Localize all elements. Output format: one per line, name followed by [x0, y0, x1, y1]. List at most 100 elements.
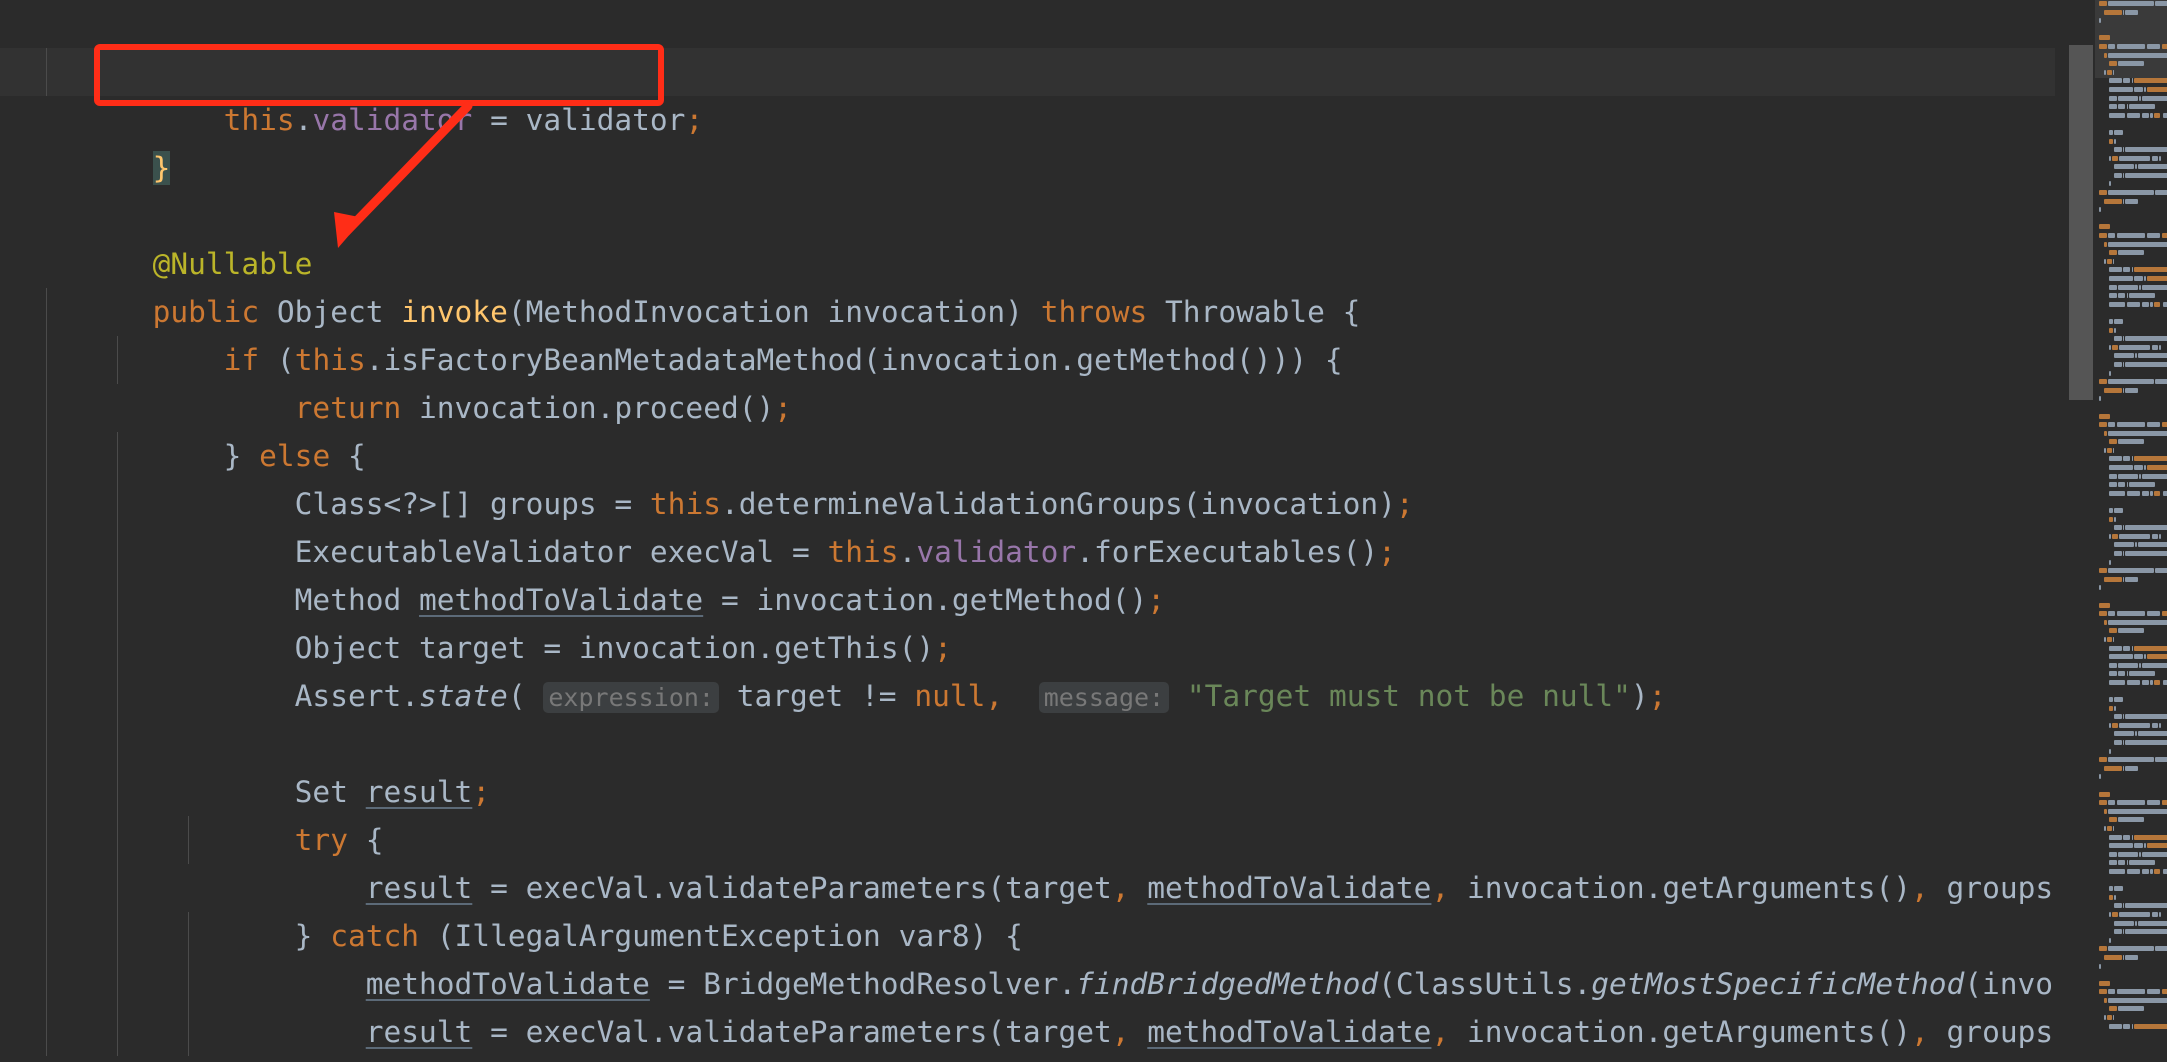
code-line[interactable]: ExecutableValidator execVal = this.valid… [0, 480, 2055, 569]
code-line[interactable]: public Object invoke(MethodInvocation in… [0, 240, 2055, 329]
minimap-row [2095, 438, 2167, 447]
minimap-token [2104, 430, 2107, 436]
minimap-token [2107, 800, 2116, 806]
minimap-token [2119, 533, 2151, 539]
minimap-token [2155, 379, 2167, 385]
minimap-token [2109, 697, 2113, 703]
minimap-token [2139, 473, 2141, 479]
code-content[interactable]: public MethodValidationInterceptor(Valid… [0, 0, 2142, 1062]
minimap-token [2109, 465, 2133, 471]
minimap-row [2095, 1014, 2167, 1023]
code-line[interactable]: } [0, 96, 2055, 185]
minimap-token [2122, 387, 2125, 393]
indent-guide [46, 336, 47, 384]
code-line[interactable]: this.validator = validator; [0, 48, 2055, 137]
code-line[interactable]: Set result; [0, 720, 2055, 809]
minimap-row [2095, 662, 2167, 671]
minimap-row [2095, 894, 2167, 903]
code-line[interactable]: } [0, 1008, 2055, 1056]
minimap-token [2161, 422, 2167, 428]
minimap-token [2114, 894, 2116, 900]
scrollbar-thumb[interactable] [2069, 45, 2093, 400]
code-line[interactable]: public MethodValidationInterceptor(Valid… [0, 0, 2055, 89]
minimap-token [2117, 628, 2144, 634]
minimap-token [2114, 508, 2123, 514]
minimap-token [2109, 112, 2126, 118]
code-line[interactable]: return invocation.proceed(); [0, 336, 2055, 425]
minimap-row [2095, 215, 2167, 224]
minimap-token [2107, 568, 2154, 574]
indent-guide [46, 480, 47, 528]
minimap-row [2095, 421, 2167, 430]
minimap-row [2095, 206, 2167, 215]
minimap-token [2109, 886, 2113, 892]
minimap-row [2095, 645, 2167, 654]
minimap-token [2159, 155, 2161, 161]
code-line[interactable]: Assert.state( expression: target != null… [0, 624, 2055, 713]
code-minimap[interactable] [2095, 0, 2167, 1062]
minimap-token [2109, 843, 2133, 849]
minimap-token [2126, 293, 2128, 299]
minimap-token [2126, 860, 2128, 866]
minimap-token [2131, 1023, 2133, 1029]
minimap-token [2106, 447, 2112, 453]
code-line[interactable]: try { [0, 768, 2055, 857]
minimap-token [2122, 929, 2125, 935]
minimap-token [2144, 86, 2146, 92]
minimap-row [2095, 9, 2167, 18]
minimap-token [2116, 800, 2146, 806]
minimap-token [2114, 740, 2122, 746]
minimap-token [2109, 155, 2111, 161]
minimap-token [2109, 129, 2113, 135]
minimap-token [2146, 800, 2161, 806]
code-line[interactable]: Object target = invocation.getThis(); [0, 576, 2055, 665]
minimap-token [2117, 95, 2138, 101]
code-line[interactable]: } catch (IllegalArgumentException var8) … [0, 864, 2055, 953]
minimap-token [2109, 748, 2111, 754]
minimap-row [2095, 834, 2167, 843]
minimap-token [2104, 69, 2106, 75]
code-line[interactable]: Class<?>[] groups = this.determineValida… [0, 432, 2055, 521]
code-line[interactable]: result = execVal.validateParameters(targ… [0, 960, 2089, 1049]
minimap-token [2109, 456, 2122, 462]
minimap-row [2095, 69, 2167, 78]
minimap-token [2131, 834, 2133, 840]
minimap-token [2144, 276, 2146, 281]
code-line[interactable]: result = execVal.validateParameters(targ… [0, 816, 2089, 905]
minimap-row [2095, 791, 2167, 800]
minimap-token [2131, 267, 2133, 273]
minimap-row [2095, 361, 2167, 370]
minimap-token [2162, 679, 2167, 685]
code-line[interactable]: Method methodToValidate = invocation.get… [0, 528, 2055, 617]
minimap-row [2095, 430, 2167, 439]
minimap-token [2109, 344, 2111, 350]
minimap-token [2107, 52, 2167, 58]
code-line-blank[interactable] [0, 672, 2055, 720]
minimap-token [2144, 465, 2146, 471]
minimap-row [2095, 765, 2167, 774]
minimap-token [2104, 387, 2122, 393]
minimap-token [2107, 422, 2116, 428]
minimap-row [2095, 26, 2167, 35]
minimap-row [2095, 387, 2167, 396]
code-line-blank[interactable] [0, 144, 2055, 192]
minimap-token [2125, 765, 2138, 771]
code-line[interactable]: @Nullable [0, 192, 2055, 281]
minimap-row [2095, 309, 2167, 318]
code-editor[interactable]: public MethodValidationInterceptor(Valid… [0, 0, 2167, 1062]
minimap-row [2095, 911, 2167, 920]
minimap-token [2141, 662, 2167, 668]
minimap-row [2095, 404, 2167, 413]
minimap-token [2129, 482, 2156, 488]
minimap-token [2141, 95, 2167, 101]
code-line[interactable]: methodToValidate = BridgeMethodResolver.… [0, 912, 2142, 1001]
minimap-row [2095, 722, 2167, 731]
minimap-token [2107, 241, 2167, 247]
minimap-token [2106, 258, 2112, 264]
code-line[interactable]: if (this.isFactoryBeanMetadataMethod(inv… [0, 288, 2055, 377]
minimap-token [2134, 645, 2167, 651]
minimap-token [2109, 1006, 2117, 1012]
code-line[interactable]: } else { [0, 384, 2055, 473]
minimap-token [2150, 112, 2153, 118]
minimap-token [2146, 276, 2167, 281]
